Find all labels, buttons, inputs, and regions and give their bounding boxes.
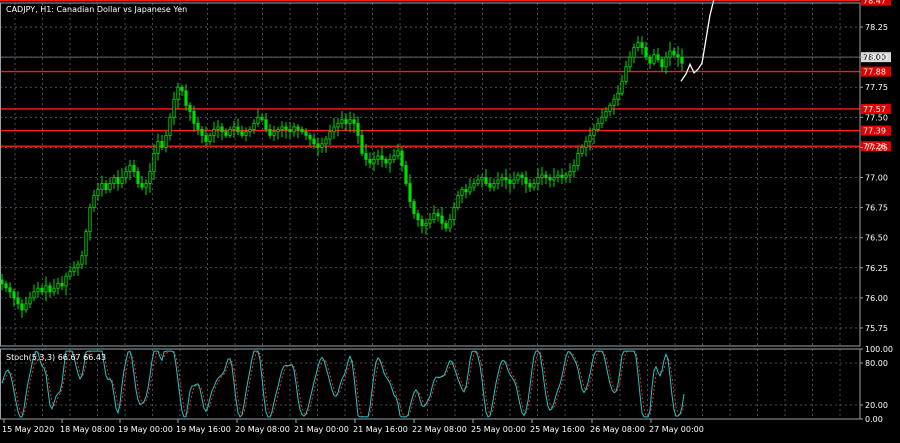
x-tick-label: 19 May 16:00 [176,425,231,434]
y-tick-label: 76.25 [865,264,888,273]
x-tick-label: 22 May 08:00 [412,425,467,434]
stoch-tick-label: 20.00 [865,401,888,410]
x-tick-label: 26 May 08:00 [590,425,645,434]
stoch-tick-label: 100.00 [865,345,893,354]
x-tick-label: 15 May 2020 [2,425,54,434]
y-tick-label: 78.00 [865,53,888,62]
stoch-tick-label: 0.00 [865,415,883,424]
y-tick-label: 77.00 [865,174,888,183]
chart-title: CADJPY, H1: Canadian Dollar vs Japanese … [6,5,187,14]
x-tick-label: 25 May 16:00 [530,425,585,434]
x-tick-label: 20 May 08:00 [235,425,290,434]
x-tick-label: 19 May 00:00 [118,425,173,434]
x-tick-label: 21 May 00:00 [294,425,349,434]
y-tick-label: 76.50 [865,234,888,243]
stoch-tick-label: 80.00 [865,359,888,368]
level-label: 77.39 [863,127,886,136]
y-tick-label: 78.25 [865,23,888,32]
x-tick-label: 27 May 00:00 [649,425,704,434]
y-tick-label: 76.75 [865,204,888,213]
y-tick-label: 77.25 [865,143,888,152]
level-label: 77.88 [863,68,886,77]
level-label: 78.47 [863,0,886,6]
x-tick-label: 25 May 00:00 [471,425,526,434]
stochastic-label: Stoch(5,3,3) 66.67 66.43 [6,353,106,362]
x-tick-label: 21 May 16:00 [353,425,408,434]
y-tick-label: 76.00 [865,294,888,303]
price-chart[interactable]: 78.00 78.47 77.88 77.57 77.39 77.26 78.25 78.0… [0,0,900,439]
y-tick-label: 75.75 [865,324,888,333]
y-tick-label: 77.75 [865,83,888,92]
y-tick-label: 77.50 [865,113,888,122]
x-tick-label: 18 May 08:00 [60,425,115,434]
